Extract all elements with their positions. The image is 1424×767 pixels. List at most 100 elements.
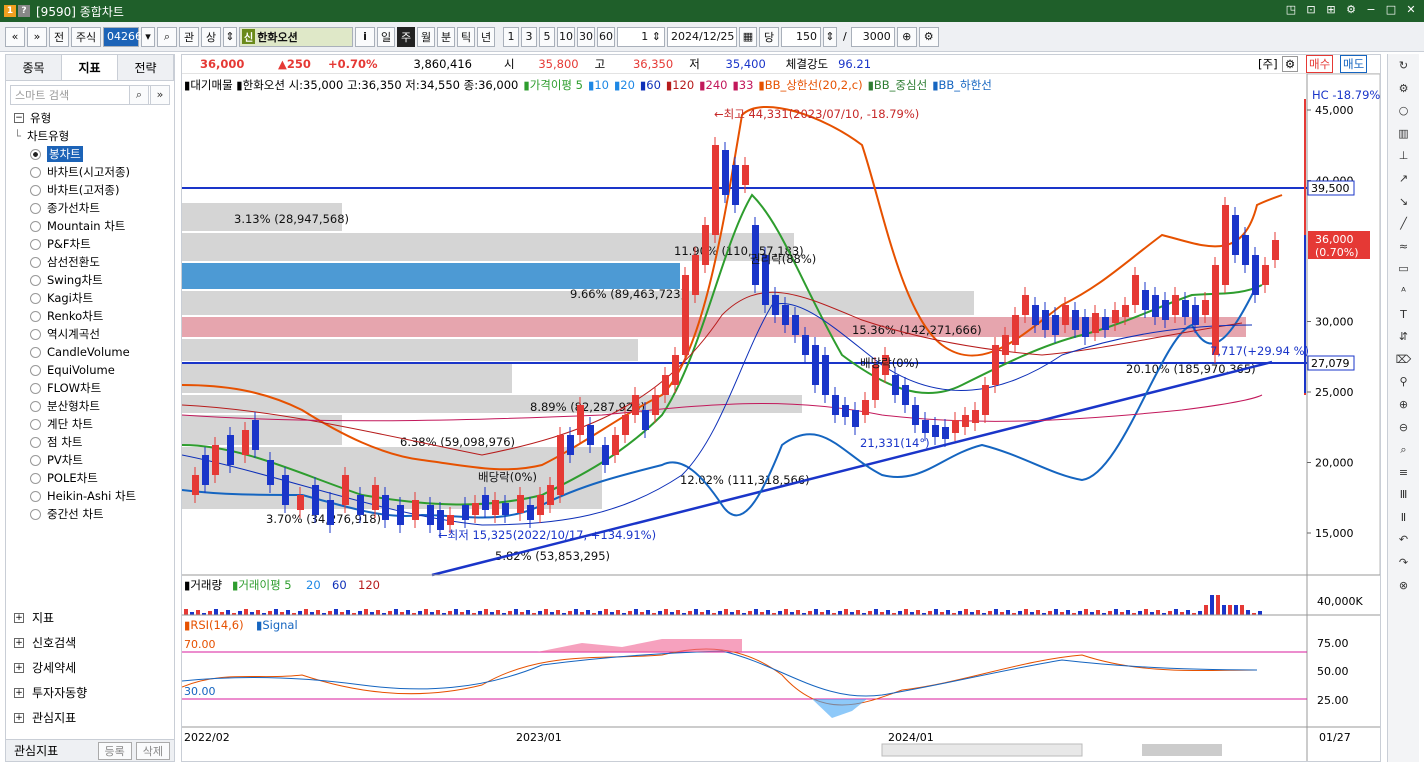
- drawing-tool-icon[interactable]: ⚲: [1393, 372, 1415, 392]
- radio-icon[interactable]: [30, 418, 41, 430]
- gwan-button[interactable]: 관: [179, 26, 199, 47]
- maximize-button[interactable]: □: [1384, 3, 1398, 17]
- help-icon[interactable]: ?: [18, 5, 30, 17]
- chart-type-item[interactable]: 봉차트: [14, 145, 174, 163]
- period-tab[interactable]: 년: [477, 26, 495, 47]
- drawing-tool-icon[interactable]: ╱: [1393, 214, 1415, 234]
- radio-icon[interactable]: [30, 454, 41, 466]
- radio-icon[interactable]: [30, 166, 41, 178]
- drawing-tool-icon[interactable]: ⊖: [1393, 418, 1415, 438]
- drawing-tool-icon[interactable]: Ⅱ: [1393, 508, 1415, 528]
- smart-search-input[interactable]: 스마트 검색 ⌕ »: [10, 85, 170, 105]
- drawing-tool-icon[interactable]: ⌦: [1393, 350, 1415, 370]
- collapse-icon[interactable]: −: [14, 113, 24, 123]
- interval-button[interactable]: 60: [597, 26, 615, 47]
- drawing-tool-icon[interactable]: ⊗: [1393, 576, 1415, 596]
- minimize-button[interactable]: −: [1364, 3, 1378, 17]
- chart-type-item[interactable]: Heikin-Ashi 차트: [14, 487, 174, 505]
- chart-type-item[interactable]: PV차트: [14, 451, 174, 469]
- expand-icon[interactable]: »: [150, 85, 170, 105]
- chart-type-item[interactable]: 분산형차트: [14, 397, 174, 415]
- drawing-tool-icon[interactable]: ↶: [1393, 530, 1415, 550]
- sang-button[interactable]: 상: [201, 26, 221, 47]
- chart-type-item[interactable]: 역시계곡선: [14, 325, 174, 343]
- info-button[interactable]: i: [355, 26, 375, 47]
- radio-icon[interactable]: [30, 508, 41, 520]
- tree-section-3[interactable]: + 투자자동향: [6, 680, 174, 705]
- chart-type-item[interactable]: Swing차트: [14, 271, 174, 289]
- date-input[interactable]: 2024/12/25: [667, 26, 737, 47]
- chart-type-item[interactable]: 중간선 차트: [14, 505, 174, 523]
- gear-icon[interactable]: ⚙: [1344, 3, 1358, 17]
- expand-icon[interactable]: +: [14, 662, 24, 673]
- settings-gear-icon[interactable]: ⚙: [918, 26, 939, 47]
- drawing-tool-icon[interactable]: ↗: [1393, 169, 1415, 189]
- radio-icon[interactable]: [30, 490, 41, 502]
- drawing-tool-icon[interactable]: T: [1393, 305, 1415, 325]
- radio-icon[interactable]: [30, 364, 41, 376]
- dang-button[interactable]: 당: [759, 26, 779, 47]
- total-input[interactable]: 3000: [850, 26, 895, 47]
- chart-svg[interactable]: 45,00040,00030,00025,00020,00015,0003.13…: [182, 55, 1380, 761]
- bars-stepper-icon[interactable]: ⇕: [823, 26, 837, 47]
- market-select[interactable]: 주식: [71, 26, 101, 47]
- period-tab[interactable]: 틱: [457, 26, 475, 47]
- code-dropdown-icon[interactable]: ▾: [141, 26, 155, 47]
- tab-indicator[interactable]: 지표: [62, 55, 118, 80]
- chart-type-item[interactable]: Mountain 차트: [14, 217, 174, 235]
- period-tab[interactable]: 월: [417, 26, 435, 47]
- tab-stock[interactable]: 종목: [6, 55, 62, 80]
- delete-button[interactable]: 삭제: [135, 741, 170, 760]
- radio-icon[interactable]: [30, 202, 41, 214]
- chart-type-item[interactable]: 바차트(시고저종): [14, 163, 174, 181]
- next-button[interactable]: »: [27, 26, 47, 47]
- link-icon[interactable]: ◳: [1284, 3, 1298, 17]
- radio-icon[interactable]: [30, 274, 41, 286]
- chart-area[interactable]: 36,000 ▲250 +0.70% 3,860,416 시 35,800 고 …: [181, 54, 1381, 762]
- tab-strategy[interactable]: 전략: [118, 55, 174, 80]
- tree-section-0[interactable]: + 지표: [6, 605, 174, 630]
- drawing-tool-icon[interactable]: ○: [1393, 101, 1415, 121]
- chart-type-item[interactable]: 종가선차트: [14, 199, 174, 217]
- chart-type-item[interactable]: POLE차트: [14, 469, 174, 487]
- close-button[interactable]: ✕: [1404, 3, 1418, 17]
- chart-type-item[interactable]: 계단 차트: [14, 415, 174, 433]
- drawing-tool-icon[interactable]: ▭: [1393, 259, 1415, 279]
- radio-icon[interactable]: [30, 148, 41, 160]
- radio-icon[interactable]: [30, 256, 41, 268]
- radio-icon[interactable]: [30, 346, 41, 358]
- radio-icon[interactable]: [30, 184, 41, 196]
- tree-section-1[interactable]: + 신호검색: [6, 630, 174, 655]
- radio-icon[interactable]: [30, 238, 41, 250]
- calendar-icon[interactable]: ▦: [739, 26, 757, 47]
- radio-icon[interactable]: [30, 382, 41, 394]
- tree-subsection[interactable]: └ 차트유형: [14, 127, 174, 145]
- screenshot-icon[interactable]: ⊡: [1304, 3, 1318, 17]
- zoom-icon[interactable]: ⊕: [896, 26, 917, 47]
- drawing-tool-icon[interactable]: ▥: [1393, 124, 1415, 144]
- drawing-tool-icon[interactable]: ↘: [1393, 192, 1415, 212]
- interval-button[interactable]: 10: [557, 26, 575, 47]
- stepper-icon[interactable]: ⇕: [223, 26, 237, 47]
- expand-icon[interactable]: +: [14, 612, 24, 623]
- drawing-tool-icon[interactable]: ↻: [1393, 56, 1415, 76]
- period-tab[interactable]: 주: [397, 26, 415, 47]
- all-button[interactable]: 전: [49, 26, 69, 47]
- drawing-tool-icon[interactable]: ⌕: [1393, 440, 1415, 460]
- chart-type-item[interactable]: EquiVolume: [14, 361, 174, 379]
- drawing-tool-icon[interactable]: ↷: [1393, 553, 1415, 573]
- expand-icon[interactable]: +: [14, 637, 24, 648]
- radio-icon[interactable]: [30, 400, 41, 412]
- code-input[interactable]: 042660: [103, 26, 149, 47]
- chart-type-item[interactable]: Kagi차트: [14, 289, 174, 307]
- chart-type-item[interactable]: 점 차트: [14, 433, 174, 451]
- chart-type-item[interactable]: P&F차트: [14, 235, 174, 253]
- tile-icon[interactable]: ⊞: [1324, 3, 1338, 17]
- drawing-tool-icon[interactable]: ≡: [1393, 463, 1415, 483]
- interval-button[interactable]: 1: [503, 26, 519, 47]
- count-input[interactable]: 1 ⇕: [617, 26, 665, 47]
- drawing-tool-icon[interactable]: ⊕: [1393, 395, 1415, 415]
- search-icon[interactable]: ⌕: [157, 26, 177, 47]
- radio-icon[interactable]: [30, 292, 41, 304]
- drawing-tool-icon[interactable]: ᴬ: [1393, 282, 1415, 302]
